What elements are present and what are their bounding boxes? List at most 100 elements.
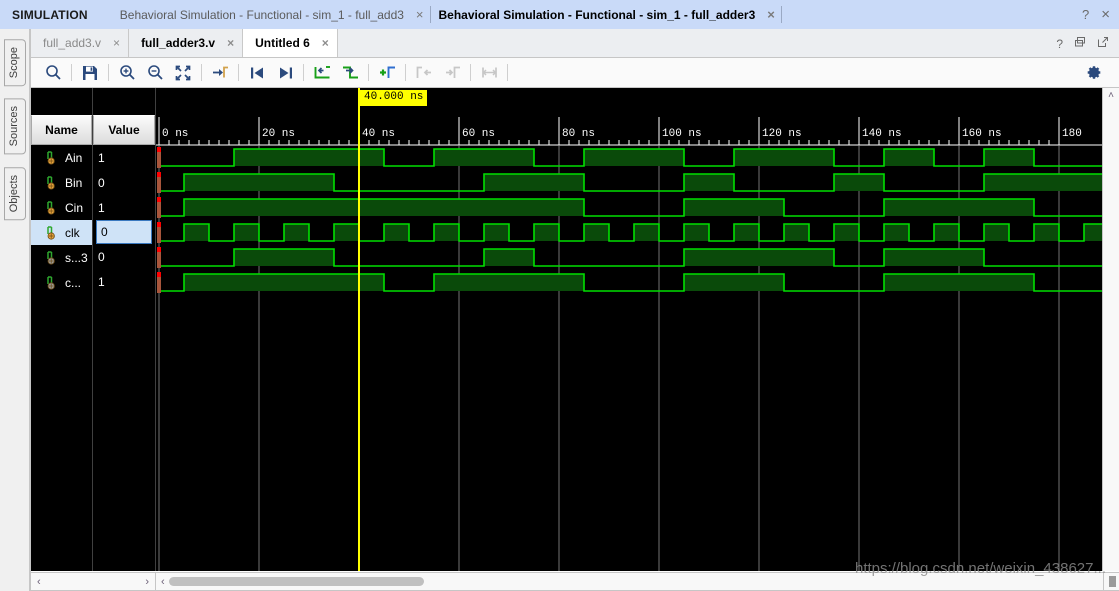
signal-row-clk[interactable]: clk — [31, 220, 92, 245]
signal-value-cin[interactable]: 1 — [93, 195, 155, 220]
column-header-name[interactable]: Name — [31, 115, 92, 145]
simulation-mode-label: SIMULATION — [12, 7, 88, 22]
column-header-value[interactable]: Value — [93, 115, 155, 145]
previous-transition-icon[interactable] — [243, 60, 271, 86]
close-icon[interactable]: × — [1101, 6, 1110, 23]
signal-row-ain[interactable]: Ain — [31, 145, 92, 170]
signal-value-bin[interactable]: 0 — [93, 170, 155, 195]
sidebar-tab-sources[interactable]: Sources — [3, 98, 26, 155]
close-icon[interactable]: × — [416, 8, 424, 21]
simulation-tab-label: Behavioral Simulation - Functional - sim… — [119, 7, 404, 22]
zoom-fit-icon[interactable] — [169, 60, 197, 86]
signal-row-bin[interactable]: Bin — [31, 170, 92, 195]
simulation-tab-full_adder3[interactable]: Behavioral Simulation - Functional - sim… — [431, 0, 781, 29]
divider — [201, 64, 202, 81]
divider — [507, 64, 508, 81]
signal-waveform-icon — [45, 275, 61, 291]
signal-name-label: Bin — [65, 175, 83, 190]
tab-label: full_add3.v — [43, 36, 102, 50]
tab-label: full_adder3.v — [141, 36, 216, 50]
svg-text:80 ns: 80 ns — [562, 128, 595, 140]
gear-icon[interactable] — [1079, 60, 1107, 86]
svg-text:140 ns: 140 ns — [862, 128, 902, 140]
goto-time-icon[interactable] — [206, 60, 234, 86]
waveform-vertical-scrollbar[interactable]: ˄ — [1102, 88, 1119, 571]
simulation-tab-full_add3[interactable]: Behavioral Simulation - Functional - sim… — [112, 0, 430, 29]
waveform-horizontal-scrollbar[interactable]: ‹ — [156, 573, 1103, 590]
signal-row-s-3[interactable]: s...3 — [31, 245, 92, 270]
next-marker-icon[interactable] — [438, 60, 466, 86]
waveform-panel: full_add3.v × full_adder3.v × Untitled 6… — [30, 29, 1119, 591]
waveform-canvas[interactable]: 0 ns 20 ns 40 ns 60 ns 80 ns 100 ns 120 ns 140 … — [156, 88, 1102, 571]
tab-full_adder3-v[interactable]: full_adder3.v × — [129, 29, 244, 57]
measure-span-icon[interactable] — [475, 60, 503, 86]
save-icon[interactable] — [76, 60, 104, 86]
sidebar-tab-scope[interactable]: Scope — [3, 39, 26, 87]
vivado-simulation-window: SIMULATION Behavioral Simulation - Funct… — [0, 0, 1119, 591]
scroll-left-icon[interactable]: ‹ — [37, 576, 41, 588]
names-horizontal-scrollbar[interactable]: ‹ › — [31, 573, 156, 590]
signal-value-clk[interactable]: 0 — [96, 220, 152, 244]
zoom-out-icon[interactable] — [141, 60, 169, 86]
signal-name-label: s...3 — [65, 250, 88, 265]
close-icon[interactable]: × — [322, 36, 329, 50]
signal-row-c-[interactable]: c... — [31, 270, 92, 295]
sidebar-tab-objects[interactable]: Objects — [3, 166, 26, 220]
signal-value-ain[interactable]: 1 — [93, 145, 155, 170]
close-icon[interactable]: × — [113, 36, 120, 50]
signal-waveform-icon — [45, 175, 61, 191]
signal-name-column: Name Ain Bin Cin clk s...3 c... — [31, 88, 93, 571]
tab-label: Untitled 6 — [255, 36, 310, 50]
falling-edge-icon[interactable] — [336, 60, 364, 86]
previous-edge-icon[interactable] — [308, 60, 336, 86]
signal-name-list: Ain Bin Cin clk s...3 c... — [31, 145, 92, 295]
simulation-tab-label: Behavioral Simulation - Functional - sim… — [438, 7, 756, 22]
zoom-in-icon[interactable] — [113, 60, 141, 86]
restore-window-icon[interactable] — [1074, 36, 1086, 51]
svg-text:20 ns: 20 ns — [262, 128, 295, 140]
svg-text:160 ns: 160 ns — [962, 128, 1002, 140]
scrollbar-corner — [1103, 573, 1119, 590]
signal-value-list: 101001 — [93, 145, 155, 294]
float-window-icon[interactable] — [1097, 36, 1109, 51]
scroll-up-icon[interactable]: ˄ — [1108, 88, 1114, 101]
panel-window-controls: ? — [1056, 36, 1119, 57]
sidebar-tab-label: Sources — [7, 106, 20, 147]
signal-value-c-[interactable]: 1 — [93, 269, 155, 294]
next-transition-icon[interactable] — [271, 60, 299, 86]
simulation-bar-controls: ? × — [1082, 6, 1119, 23]
previous-marker-icon[interactable] — [410, 60, 438, 86]
bottom-scrollbar-row: ‹ › ‹ — [31, 572, 1119, 590]
signal-name-label: c... — [65, 275, 82, 290]
close-icon[interactable]: × — [227, 36, 234, 50]
divider — [108, 64, 109, 81]
search-icon[interactable] — [39, 60, 67, 86]
help-icon[interactable]: ? — [1082, 7, 1089, 22]
svg-text:120 ns: 120 ns — [762, 128, 802, 140]
simulation-top-bar: SIMULATION Behavioral Simulation - Funct… — [0, 0, 1119, 29]
divider — [368, 64, 369, 81]
svg-text:0 ns: 0 ns — [162, 128, 188, 140]
scroll-left-icon[interactable]: ‹ — [161, 576, 165, 588]
add-marker-icon[interactable] — [373, 60, 401, 86]
tab-full_add3-v[interactable]: full_add3.v × — [31, 29, 130, 57]
sidebar-tab-label: Objects — [7, 174, 20, 212]
signal-name-label: Cin — [65, 200, 84, 215]
signal-name-label: Ain — [65, 150, 83, 165]
cursor-time-label: 40.000 ns — [360, 90, 428, 107]
signal-value-s-3[interactable]: 0 — [93, 244, 155, 269]
close-icon[interactable]: × — [767, 8, 775, 21]
scroll-right-icon[interactable]: › — [145, 576, 149, 588]
signal-waveform-icon — [45, 250, 61, 266]
scrollbar-thumb[interactable] — [168, 577, 424, 586]
help-icon[interactable]: ? — [1056, 37, 1063, 51]
left-tab-rail: Scope Sources Objects — [0, 29, 30, 591]
divider — [780, 6, 782, 23]
waveform-toolbar — [31, 58, 1119, 88]
waveform-body: Name Ain Bin Cin clk s...3 c... Value 101001 … — [31, 88, 1119, 571]
signal-row-cin[interactable]: Cin — [31, 195, 92, 220]
divider — [71, 64, 72, 81]
sidebar-tab-label: Scope — [7, 47, 20, 79]
waveform-graphics: 0 ns 20 ns 40 ns 60 ns 80 ns 100 ns 120 ns 140 … — [156, 88, 1102, 571]
tab-untitled-6[interactable]: Untitled 6 × — [243, 29, 338, 57]
